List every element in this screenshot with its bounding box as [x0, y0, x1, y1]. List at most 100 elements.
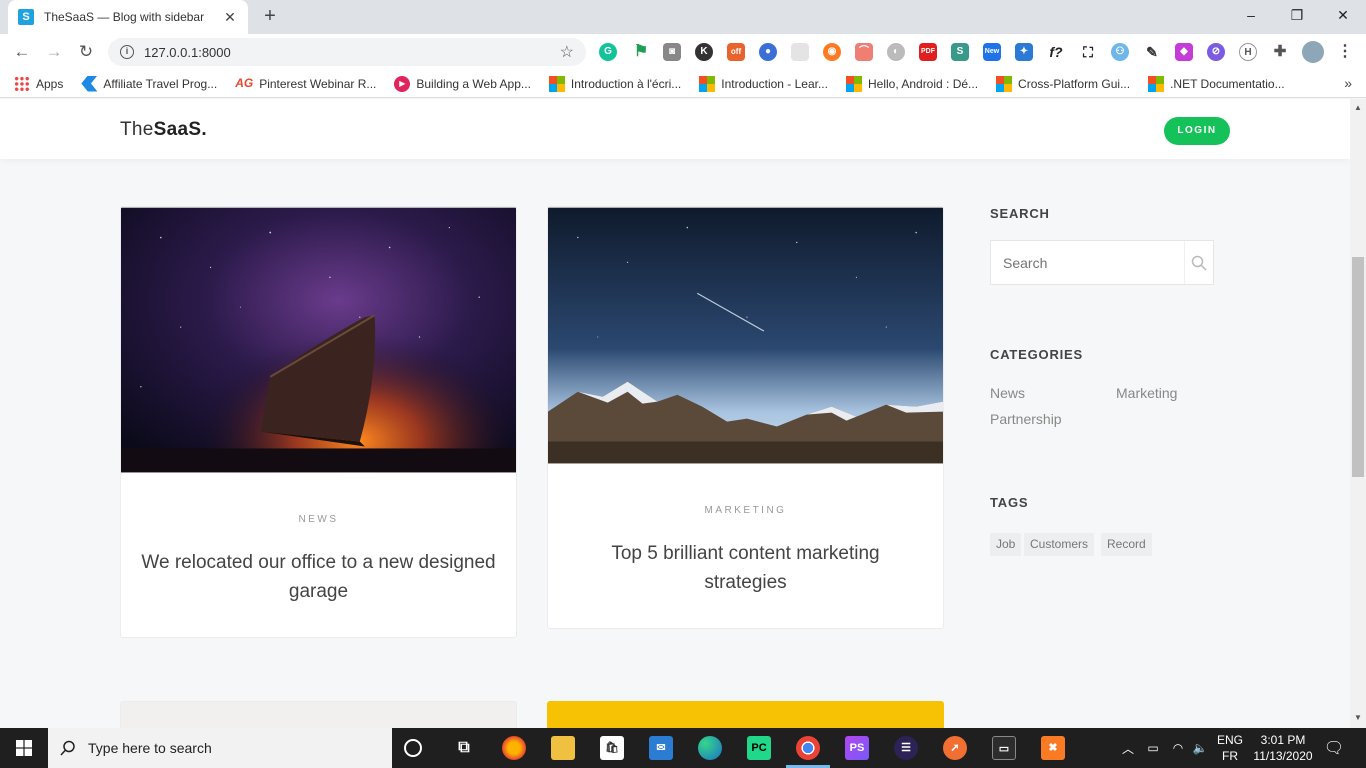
- rainbow-icon[interactable]: ⌒: [855, 43, 873, 61]
- search-input[interactable]: [991, 241, 1184, 284]
- scroll-down-icon[interactable]: ▼: [1350, 713, 1366, 722]
- bookmarks-overflow-icon[interactable]: »: [1344, 75, 1352, 91]
- chrome-icon[interactable]: [796, 736, 820, 760]
- tag-record[interactable]: Record: [1101, 533, 1152, 556]
- close-tab-icon[interactable]: ✕: [222, 9, 238, 26]
- restore-button[interactable]: ❐: [1274, 0, 1320, 30]
- site-favicon-icon: S: [18, 9, 34, 25]
- bookmark-introduction-learn[interactable]: Introduction - Lear...: [699, 75, 828, 92]
- eyes-icon[interactable]: ⚇: [1111, 43, 1129, 61]
- screenshot-icon[interactable]: ⛶: [1079, 43, 1097, 61]
- forward-icon[interactable]: →: [42, 40, 66, 64]
- reload-icon[interactable]: ↻: [74, 40, 98, 64]
- xampp-icon[interactable]: ✖: [1041, 736, 1065, 760]
- address-bar[interactable]: i 127.0.0.1:8000 ☆: [108, 38, 586, 66]
- new-extension-icon[interactable]: New: [983, 43, 1001, 61]
- eclipse-icon[interactable]: ☰: [894, 736, 918, 760]
- flag-icon[interactable]: ⚑: [632, 43, 650, 61]
- terminal-icon[interactable]: ▭: [992, 736, 1016, 760]
- browser-tab[interactable]: S TheSaaS — Blog with sidebar ✕: [8, 0, 248, 34]
- bookmark-apps[interactable]: Apps: [14, 75, 64, 92]
- post-image-boat[interactable]: [121, 207, 516, 473]
- post-image-mountains[interactable]: [548, 207, 943, 464]
- post-card-partial[interactable]: [547, 701, 944, 728]
- k-extension-icon[interactable]: K: [695, 43, 713, 61]
- clock-date: 11/13/2020: [1253, 749, 1313, 763]
- language-indicator[interactable]: ENG FR: [1214, 728, 1246, 768]
- bookmark-cross-platform[interactable]: Cross-Platform Gui...: [996, 75, 1130, 92]
- pdf-icon[interactable]: PDF: [919, 43, 937, 61]
- site-info-icon[interactable]: i: [120, 45, 134, 59]
- profile-avatar[interactable]: [1302, 41, 1324, 63]
- reddit-icon[interactable]: ◉: [823, 43, 841, 61]
- post-card-partial[interactable]: [120, 701, 517, 728]
- post-category[interactable]: MARKETING: [548, 505, 943, 516]
- bookmark-building-web-app[interactable]: ▶ Building a Web App...: [394, 75, 531, 92]
- puzzle-blue-icon[interactable]: ✦: [1015, 43, 1033, 61]
- bookmark-net-documentation[interactable]: .NET Documentatio...: [1148, 75, 1285, 92]
- fonts-extension-icon[interactable]: f?: [1047, 43, 1065, 61]
- url-text[interactable]: 127.0.0.1:8000: [144, 45, 560, 60]
- bookmark-pinterest-webinar[interactable]: AG Pinterest Webinar R...: [235, 76, 376, 92]
- bookmark-star-icon[interactable]: ☆: [560, 42, 574, 62]
- battery-icon[interactable]: ▭: [1143, 728, 1163, 768]
- bookmark-hello-android[interactable]: Hello, Android : Dé...: [845, 75, 978, 92]
- post-category[interactable]: NEWS: [121, 514, 516, 525]
- scrollbar-thumb[interactable]: [1352, 257, 1364, 477]
- h-extension-icon[interactable]: H: [1239, 43, 1257, 61]
- notification-icon[interactable]: 🗨: [1322, 728, 1346, 768]
- category-link-marketing[interactable]: Marketing: [1116, 385, 1177, 401]
- postman-icon[interactable]: ➚: [943, 736, 967, 760]
- close-window-button[interactable]: ✕: [1320, 0, 1366, 30]
- post-title[interactable]: We relocated our office to a new designe…: [141, 548, 496, 606]
- bookmark-affiliate-travel[interactable]: Affiliate Travel Prog...: [81, 75, 217, 92]
- mail-icon[interactable]: ✉: [649, 736, 673, 760]
- store-icon[interactable]: 🛍: [600, 736, 624, 760]
- page-viewport: TheSaaS. LOGIN NEWS We relocated our off…: [0, 99, 1350, 728]
- file-explorer-icon[interactable]: [551, 736, 575, 760]
- eyedropper-icon[interactable]: ✎: [1143, 43, 1161, 61]
- off-extension-icon[interactable]: off: [727, 43, 745, 61]
- magenta-extension-icon[interactable]: ◆: [1175, 43, 1193, 61]
- login-button[interactable]: LOGIN: [1164, 117, 1230, 145]
- grammarly-icon[interactable]: G: [599, 43, 617, 61]
- clock[interactable]: 3:01 PM 11/13/2020: [1250, 728, 1316, 768]
- taskbar-search[interactable]: Type here to search: [48, 728, 392, 768]
- s-extension-icon[interactable]: S: [951, 43, 969, 61]
- category-link-news[interactable]: News: [990, 385, 1025, 401]
- site-logo[interactable]: TheSaaS.: [120, 119, 207, 141]
- post-title[interactable]: Top 5 brilliant content marketing strate…: [568, 539, 923, 597]
- new-tab-button[interactable]: +: [258, 5, 282, 29]
- post-card[interactable]: MARKETING Top 5 brilliant content market…: [547, 206, 944, 629]
- edge-icon[interactable]: [698, 736, 722, 760]
- phpstorm-icon[interactable]: PS: [845, 736, 869, 760]
- post-card[interactable]: NEWS We relocated our office to a new de…: [120, 206, 517, 638]
- microsoft-icon: [1148, 75, 1165, 92]
- tag-customers[interactable]: Customers: [1024, 533, 1095, 556]
- bookmark-introduction-ecriture[interactable]: Introduction à l'écri...: [548, 75, 681, 92]
- back-icon[interactable]: ←: [10, 40, 34, 64]
- gray-extension-icon[interactable]: ◐: [887, 43, 905, 61]
- start-button[interactable]: [0, 728, 48, 768]
- pycharm-icon[interactable]: PC: [747, 736, 771, 760]
- tray-overflow-icon[interactable]: ︿: [1118, 728, 1138, 768]
- page-scrollbar[interactable]: ▲ ▼: [1350, 99, 1366, 728]
- task-view-icon[interactable]: ⧉: [452, 736, 476, 760]
- volume-muted-icon[interactable]: 🔈: [1190, 728, 1210, 768]
- purple-extension-icon[interactable]: ⊘: [1207, 43, 1225, 61]
- tag-job[interactable]: Job: [990, 533, 1022, 556]
- wifi-icon[interactable]: ◠: [1168, 728, 1188, 768]
- search-icon[interactable]: [1184, 241, 1213, 284]
- extensions-puzzle-icon[interactable]: ✚: [1271, 43, 1289, 61]
- camera-icon[interactable]: ◙: [663, 43, 681, 61]
- minimize-button[interactable]: –: [1228, 0, 1274, 30]
- blank-extension-icon[interactable]: [791, 43, 809, 61]
- browser-toolbar: ← → ↻ i 127.0.0.1:8000 ☆ G ⚑ ◙ K off ● ◉…: [0, 34, 1366, 70]
- menu-kebab-icon[interactable]: ⋮: [1336, 43, 1354, 61]
- cortana-icon[interactable]: [404, 739, 422, 757]
- vpn-icon[interactable]: ●: [759, 43, 777, 61]
- firefox-icon[interactable]: [502, 736, 526, 760]
- bookmark-label: Apps: [36, 76, 64, 91]
- category-link-partnership[interactable]: Partnership: [990, 411, 1062, 427]
- scroll-up-icon[interactable]: ▲: [1350, 103, 1366, 112]
